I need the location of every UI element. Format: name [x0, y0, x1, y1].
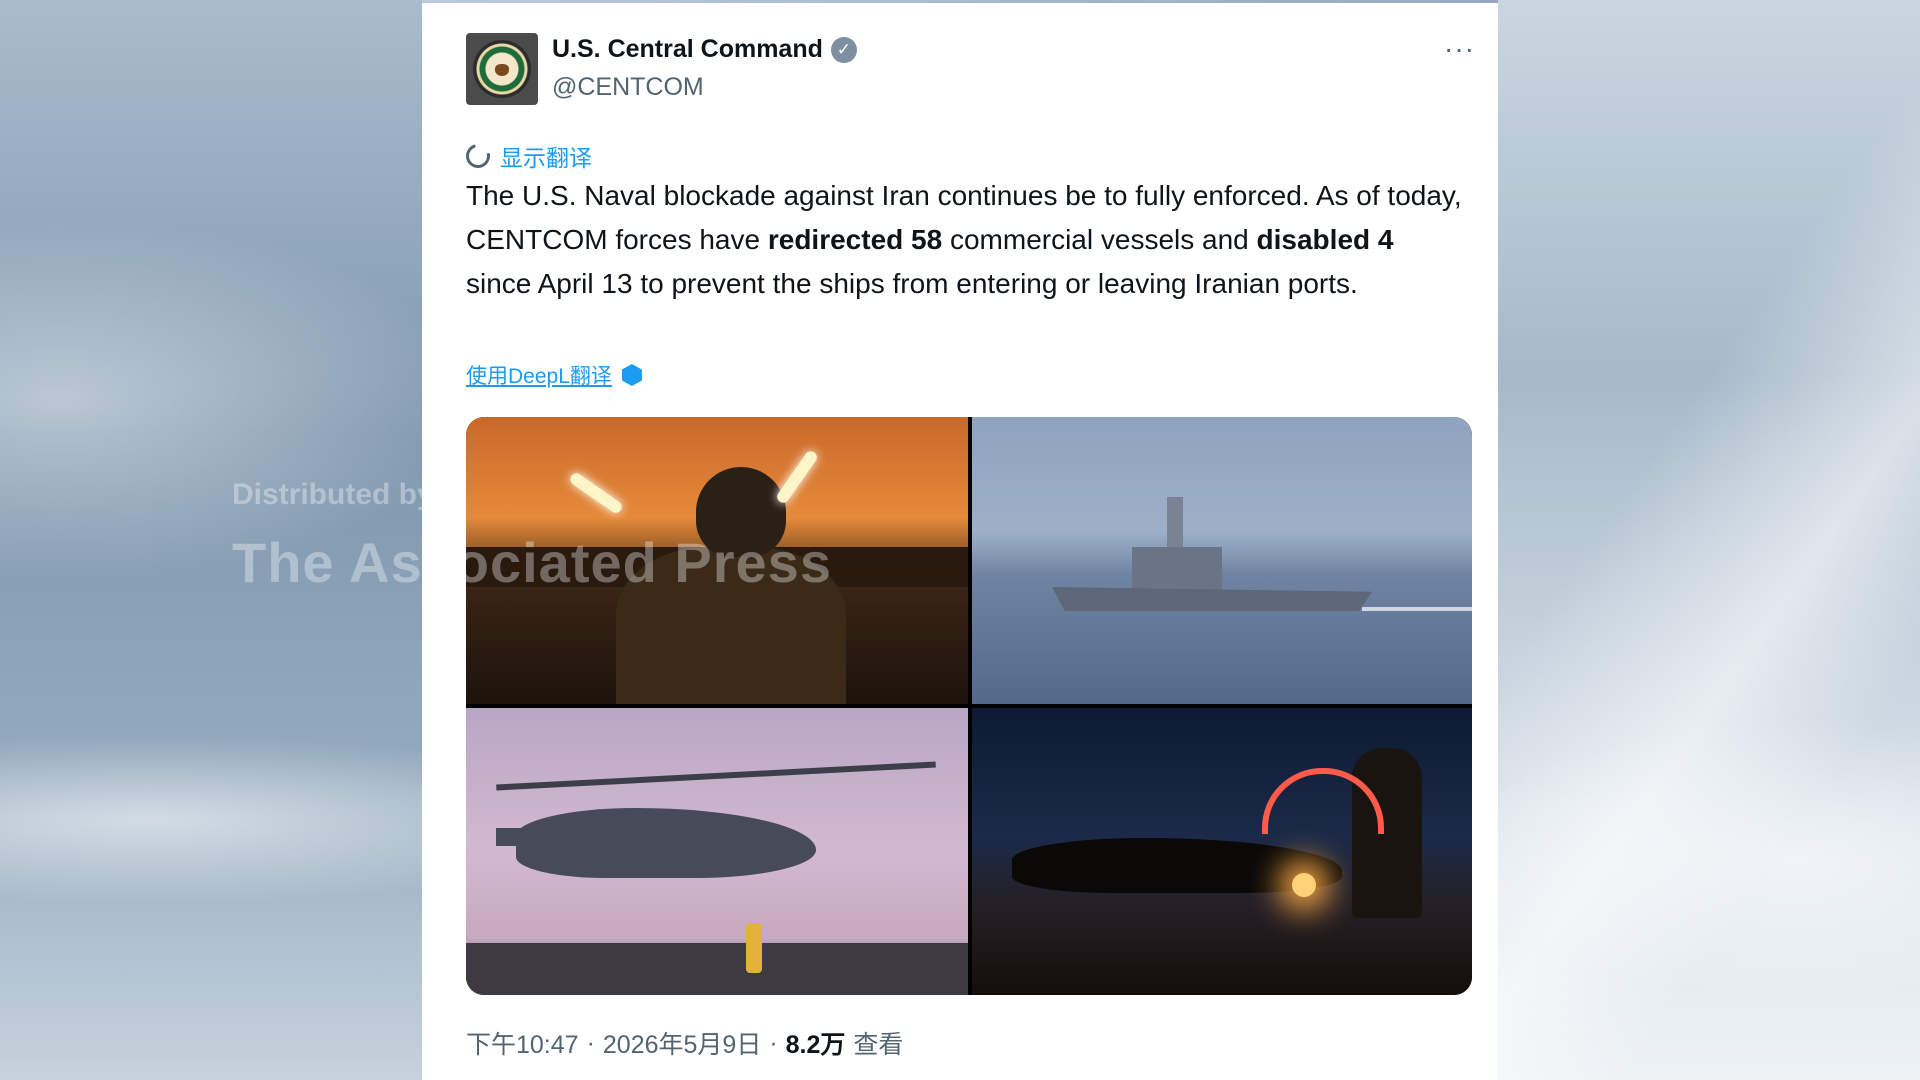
deck-light-glow: [1292, 873, 1316, 897]
author-name[interactable]: U.S. Central Command: [552, 35, 823, 64]
tweet-text: The U.S. Naval blockade against Iran con…: [466, 174, 1466, 306]
tweet-text-part2: commercial vessels and: [942, 224, 1257, 255]
light-wand-left: [567, 470, 625, 516]
carrier-deck-shape: [466, 943, 968, 995]
avatar[interactable]: [466, 33, 538, 105]
meta-separator-1: ·: [586, 1028, 595, 1057]
night-helicopter-photo[interactable]: [972, 708, 1472, 995]
tweet-time[interactable]: 下午10:47: [466, 1025, 579, 1061]
destroyer-ship-photo[interactable]: [972, 417, 1472, 704]
tweet-date[interactable]: 2026年5月9日: [603, 1025, 761, 1061]
crew-helmet-shape: [696, 467, 786, 557]
ship-mast-shape: [1167, 497, 1183, 551]
light-wand-right: [774, 448, 820, 506]
tweet-meta: 下午10:47 · 2026年5月9日 · 8.2万 查看: [466, 1025, 903, 1061]
verified-badge-icon: ✓: [830, 36, 857, 63]
flight-deck-director-photo[interactable]: [466, 417, 968, 704]
show-translation-label: 显示翻译: [500, 145, 592, 171]
tweet-text-part3: since April 13 to prevent the ships from…: [466, 268, 1358, 299]
crew-body-shape: [616, 547, 846, 704]
deepl-translate-link[interactable]: 使用DeepL翻译: [466, 360, 642, 390]
background-left-panel: [0, 0, 422, 1080]
helicopter-landing-photo[interactable]: [466, 708, 968, 995]
media-grid: [466, 417, 1472, 995]
author-name-row[interactable]: U.S. Central Command ✓: [552, 35, 857, 64]
translate-icon: [461, 139, 495, 173]
ship-wake-shape: [1362, 607, 1472, 611]
meta-separator-2: ·: [769, 1028, 778, 1057]
centcom-seal-icon: [473, 40, 531, 98]
views-count[interactable]: 8.2万: [786, 1025, 846, 1061]
tweet-card: U.S. Central Command ✓ @CENTCOM ··· 显示翻译…: [422, 3, 1498, 1080]
deck-crew-shape: [746, 923, 762, 973]
deepl-logo-icon: [621, 364, 642, 386]
show-translation-button[interactable]: 显示翻译: [461, 139, 592, 173]
more-options-icon[interactable]: ···: [1444, 33, 1475, 65]
views-label: 查看: [853, 1031, 904, 1059]
ship-hull-shape: [1052, 587, 1372, 611]
author-handle[interactable]: @CENTCOM: [552, 73, 704, 102]
deepl-link-label[interactable]: 使用DeepL翻译: [466, 360, 612, 390]
rotor-blade-shape: [496, 761, 936, 791]
ship-superstructure-shape: [1132, 547, 1222, 591]
helicopter-body-shape: [516, 808, 816, 878]
background-right-panel: [1498, 0, 1920, 1080]
tweet-text-bold1: redirected 58: [767, 224, 943, 255]
tweet-text-bold2: disabled 4: [1256, 224, 1394, 255]
